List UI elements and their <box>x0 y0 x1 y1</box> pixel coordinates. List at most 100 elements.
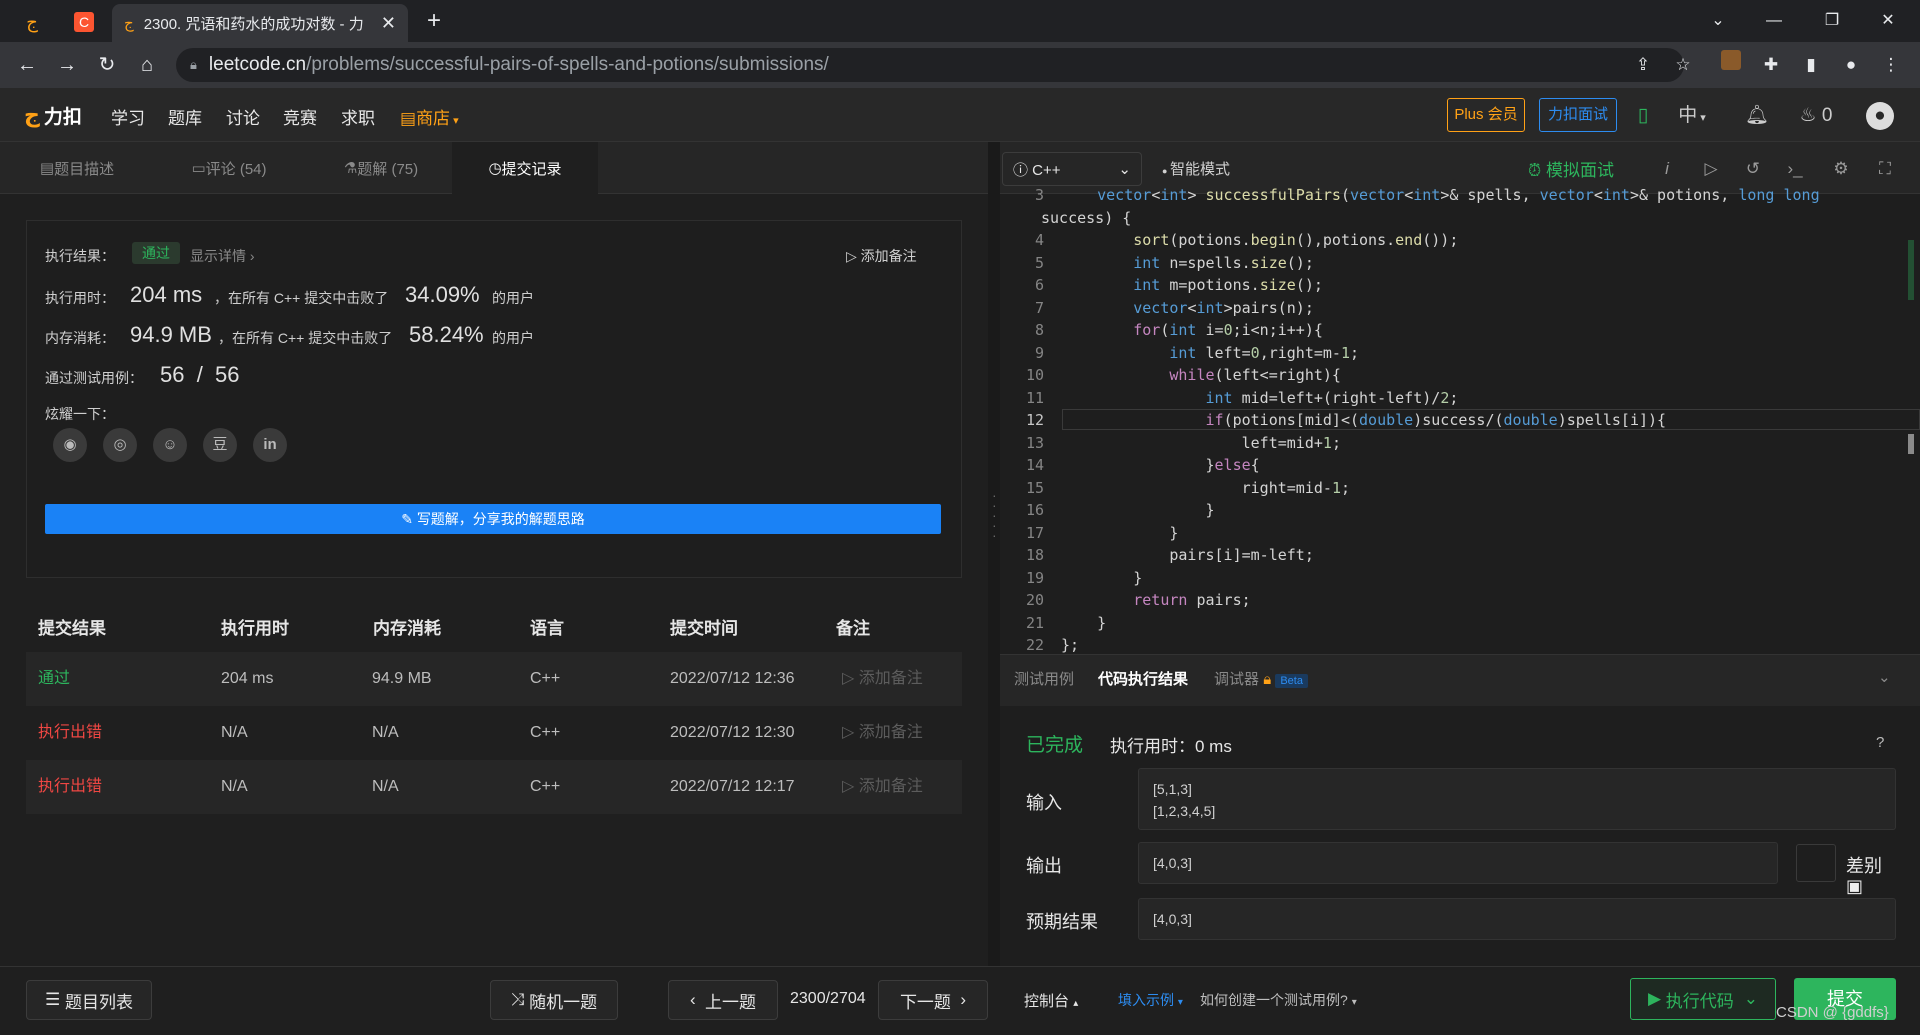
info-icon: ⓘ <box>1013 161 1033 179</box>
lock-icon: 🔒︎ <box>1263 671 1272 688</box>
comment-icon: ▭ <box>191 160 206 177</box>
tab-submissions[interactable]: ◷ 提交记录 <box>452 142 598 194</box>
restore-button[interactable]: ❐ <box>1810 6 1854 36</box>
linkedin-icon[interactable]: in <box>253 428 287 462</box>
wechat-icon[interactable]: ◉ <box>53 428 87 462</box>
write-solution-button[interactable]: ✎ 写题解，分享我的解题思路 <box>45 504 941 534</box>
nav-item-jobs[interactable]: 求职 <box>341 104 375 129</box>
settings-gear-icon[interactable]: ⚙ <box>1828 156 1854 182</box>
header-result: 提交结果 <box>38 619 106 638</box>
fill-example-link[interactable]: 填入示例 ▾ <box>1118 990 1183 1010</box>
code-content[interactable]: vector<int> successfulPairs(vector<int>&… <box>1041 184 1820 657</box>
diff-label[interactable]: 差别 <box>1846 852 1882 878</box>
extension-avatar-icon[interactable] <box>1716 50 1746 80</box>
nav-item-discuss[interactable]: 讨论 <box>226 104 260 129</box>
row-note[interactable]: ▷ 添加备注 <box>842 760 923 814</box>
row-language: C++ <box>530 724 561 741</box>
side-panel-icon[interactable]: ▮ <box>1796 50 1826 80</box>
shuffle-icon: ⤨ <box>510 990 530 1009</box>
tab-description[interactable]: ▤ 题目描述 <box>14 142 140 194</box>
console-toggle[interactable]: 控制台 ▴ <box>1024 990 1078 1011</box>
language-select[interactable]: ⓘ C++ ⌄ <box>1002 152 1142 186</box>
profile-icon[interactable]: ● <box>1836 50 1866 80</box>
run-code-button[interactable]: ▶ 执行代码 ⌄ <box>1630 978 1776 1020</box>
editor-scrollbar[interactable] <box>1908 240 1914 300</box>
row-result[interactable]: 通过 <box>38 652 70 706</box>
table-row[interactable]: 通过 204 ms 94.9 MB C++ 2022/07/12 12:36 ▷… <box>26 652 962 706</box>
row-language: C++ <box>530 670 561 687</box>
chevron-down-icon[interactable]: ⌄ <box>1696 6 1740 36</box>
notification-bell-icon[interactable]: 🔔︎ <box>1742 102 1772 130</box>
new-tab-button[interactable]: + <box>420 8 448 36</box>
collapse-chevron-icon[interactable]: ⌄ <box>1878 668 1891 686</box>
extensions-puzzle-icon[interactable]: ✚ <box>1756 50 1786 80</box>
tab-run-result[interactable]: 代码执行结果 <box>1098 668 1188 689</box>
close-icon[interactable]: ✕ <box>381 13 396 34</box>
mobile-icon[interactable]: ▯ <box>1632 102 1654 130</box>
tab-title: 2300. 咒语和药水的成功对数 - 力 <box>143 15 364 33</box>
pane-divider[interactable] <box>988 142 1000 966</box>
diff-toggle[interactable] <box>1796 844 1836 882</box>
lock-icon[interactable]: 🔒︎ <box>190 57 197 73</box>
plus-member-button[interactable]: Plus 会员 <box>1447 98 1525 132</box>
row-note[interactable]: ▷ 添加备注 <box>842 706 923 760</box>
language-switch[interactable]: 中 ▾ <box>1672 102 1712 130</box>
avatar[interactable]: ● <box>1866 102 1894 130</box>
nav-item-learn[interactable]: 学习 <box>111 104 145 129</box>
book-icon[interactable]: ▣ <box>1846 876 1863 897</box>
drag-handle-icon[interactable]: · · · · · <box>992 488 997 550</box>
random-problem-button[interactable]: ⤨ 随机一题 <box>490 980 618 1020</box>
logo[interactable]: ج 力扣 <box>24 100 82 130</box>
next-problem-button[interactable]: 下一题 › <box>878 980 988 1020</box>
tab-debugger[interactable]: 调试器 🔒︎ Beta <box>1214 668 1308 689</box>
close-window-button[interactable]: ✕ <box>1866 6 1910 36</box>
header-time: 执行用时 <box>221 619 289 638</box>
interview-button[interactable]: 力扣面试 <box>1539 98 1617 132</box>
share-icon[interactable]: ⇪ <box>1628 50 1658 80</box>
menu-dots-icon[interactable]: ⋮ <box>1876 50 1906 80</box>
document-icon: ▤ <box>39 160 55 177</box>
editor-scroll-thumb[interactable] <box>1908 434 1914 454</box>
nav-item-contest[interactable]: 竞赛 <box>283 104 317 129</box>
help-icon[interactable]: ? <box>1876 734 1884 751</box>
tab-testcase[interactable]: 测试用例 <box>1014 668 1074 689</box>
prev-problem-button[interactable]: ‹ 上一题 <box>668 980 778 1020</box>
bookmark-star-icon[interactable]: ☆ <box>1668 50 1698 80</box>
forward-button[interactable]: → <box>52 50 82 80</box>
smart-mode-toggle[interactable]: ● 智能模式 <box>1162 158 1230 179</box>
terminal-icon[interactable]: ›_ <box>1782 156 1808 182</box>
play-icon[interactable]: ▷ <box>1698 156 1724 182</box>
pencil-icon: ✎ <box>401 511 417 527</box>
table-row[interactable]: 执行出错 N/A N/A C++ 2022/07/12 12:30 ▷ 添加备注 <box>26 706 962 760</box>
mock-interview-button[interactable]: ⏰︎ 模拟面试 <box>1528 156 1614 181</box>
points-counter[interactable]: ♨ 0 <box>1794 102 1838 130</box>
tab-solutions[interactable]: ⚗ 题解 (75) <box>318 142 444 194</box>
row-result[interactable]: 执行出错 <box>38 706 102 760</box>
row-result[interactable]: 执行出错 <box>38 760 102 814</box>
fullscreen-icon[interactable]: ⛶ <box>1872 156 1898 182</box>
row-note[interactable]: ▷ 添加备注 <box>842 652 923 706</box>
nav-item-problems[interactable]: 题库 <box>168 104 202 129</box>
url-host: leetcode.cn <box>208 54 307 75</box>
reload-button[interactable]: ↻ <box>92 50 122 80</box>
table-row[interactable]: 执行出错 N/A N/A C++ 2022/07/12 12:17 ▷ 添加备注 <box>26 760 962 814</box>
problem-list-button[interactable]: ☰ 题目列表 <box>26 980 152 1020</box>
active-tab[interactable]: ج 2300. 咒语和药水的成功对数 - 力 ✕ <box>112 4 408 42</box>
csdn-tab-icon[interactable]: C <box>62 6 106 38</box>
weibo-icon[interactable]: ◎ <box>103 428 137 462</box>
info-i-icon[interactable]: i <box>1654 156 1680 182</box>
show-detail-link[interactable]: 显示详情 › <box>190 246 255 266</box>
tab-comments[interactable]: ▭ 评论 (54) <box>166 142 292 194</box>
watermark: CSDN @ {gddfs} <box>1776 1004 1889 1021</box>
nav-item-shop[interactable]: ▤商店 ▾ <box>400 104 459 129</box>
minimize-button[interactable]: — <box>1752 6 1796 36</box>
back-button[interactable]: ← <box>12 50 42 80</box>
add-note-button[interactable]: ▷ 添加备注 <box>846 246 917 266</box>
how-to-link[interactable]: 如何创建一个测试用例? ▾ <box>1200 990 1357 1010</box>
douban-icon[interactable]: 豆 <box>203 428 237 462</box>
reset-icon[interactable]: ↺ <box>1740 156 1766 182</box>
home-button[interactable]: ⌂ <box>132 50 162 80</box>
leetcode-tab-icon[interactable]: ج <box>10 6 54 38</box>
url-bar[interactable]: 🔒︎ leetcode.cn/problems/successful-pairs… <box>176 48 1684 82</box>
qq-icon[interactable]: ☺ <box>153 428 187 462</box>
